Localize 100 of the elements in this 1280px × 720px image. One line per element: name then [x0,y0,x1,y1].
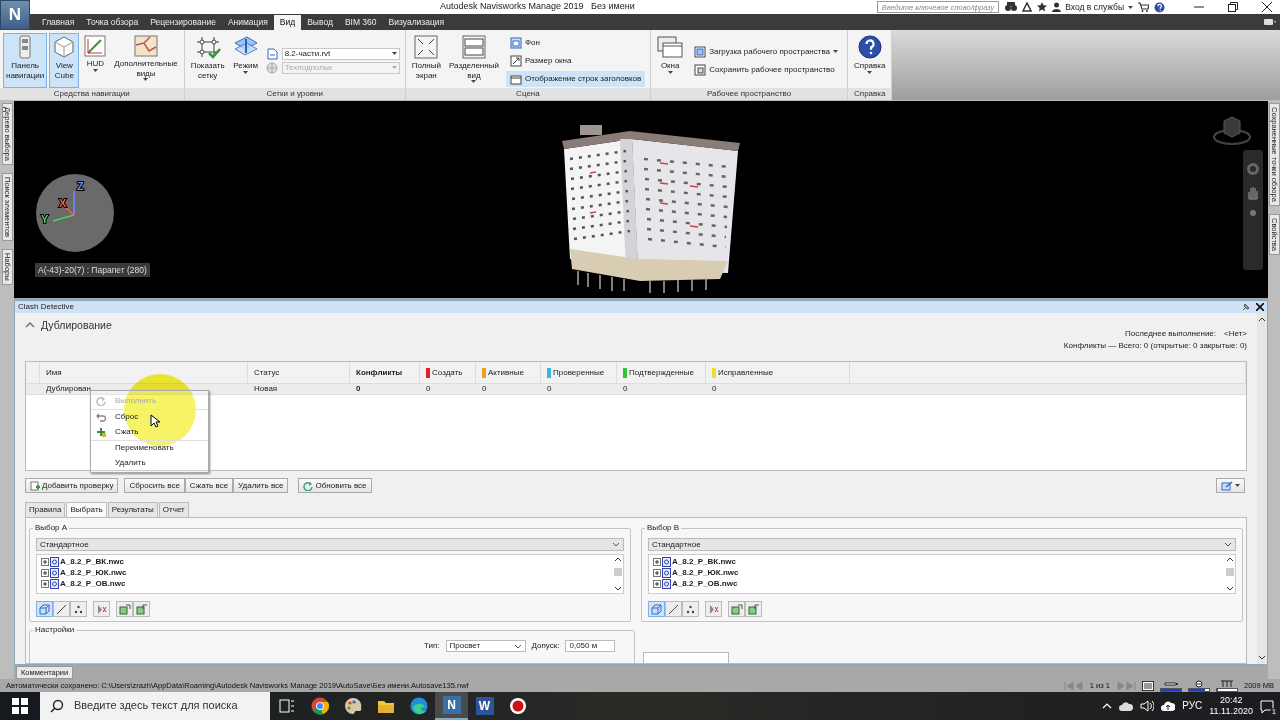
tree-item[interactable]: А_8.2_Р_ВК.nwc [672,557,737,567]
export-button[interactable] [1216,478,1245,493]
ribbon-tab[interactable]: Точка обзора [80,14,145,30]
action-button[interactable]: Удалить все [233,478,289,493]
tool-button[interactable] [36,601,53,617]
action-button[interactable]: Сжать все [184,478,234,493]
scrollbar[interactable] [1257,313,1267,664]
dot-icon[interactable] [1250,210,1256,216]
expand-icon[interactable] [41,558,49,566]
ribbon-button[interactable]: Панель навигации [3,33,48,88]
ribbon-button[interactable]: Сохранить рабочее пространство [690,61,842,78]
ribbon-button[interactable]: Окна [654,33,687,88]
table-row[interactable]: Дублирован Новая 0 0 0 0 0 0 [26,384,1246,395]
ribbon-tab[interactable]: Вид [273,14,302,30]
tool-button[interactable] [53,601,70,617]
binoculars-icon[interactable] [1005,2,1018,12]
column-header[interactable]: Проверенные [553,367,605,378]
dropdown-field[interactable]: Стандартное [36,538,624,551]
column-header[interactable]: Подтвержденные [629,367,694,378]
expand-icon[interactable] [41,580,49,588]
tool-button[interactable] [133,601,150,617]
help-icon[interactable] [1154,1,1165,13]
ribbon-button[interactable]: Дополнительные виды [111,33,181,88]
tab[interactable]: Результаты [107,502,158,517]
chevron-up-icon[interactable] [1102,703,1113,709]
tab[interactable]: Выбрать [66,502,107,517]
tool-button[interactable] [745,601,762,617]
ribbon-button[interactable]: Режим [229,33,262,88]
window-title: Autodesk Navisworks Manage 2019 [440,1,584,11]
tree-item[interactable]: А_8.2_Р_ЮК.nwc [60,568,127,578]
tool-button[interactable] [682,601,699,617]
action-button[interactable]: Сбросить все [124,478,185,493]
tool-button[interactable] [70,601,87,617]
app-menu-button[interactable]: N [0,0,30,30]
ribbon-button[interactable]: Разделенный вид [445,33,502,88]
panel-toggle-icon[interactable] [1264,19,1276,25]
dropdown-field[interactable]: 8.2-части.rvt [281,47,400,60]
cloud-icon[interactable] [1119,701,1134,711]
column-header[interactable]: Статус [254,367,280,378]
ribbon-button[interactable]: HUD [81,33,110,88]
tree-item[interactable]: А_8.2_Р_ОВ.nwc [672,579,738,589]
cart-icon[interactable] [1138,2,1149,12]
ribbon-button[interactable]: Фон [505,34,646,51]
ribbon-button[interactable]: Показать сетку [187,33,228,88]
scrollbar[interactable] [613,555,623,593]
scrollbar[interactable] [1225,555,1235,593]
tab[interactable]: Правила [25,502,66,517]
expand-icon[interactable] [653,558,661,566]
pin-icon[interactable] [1241,302,1250,312]
column-header[interactable]: Исправленные [718,367,774,378]
tab[interactable]: Отчет [158,502,189,517]
ribbon-tab[interactable]: Анимация [221,14,274,30]
ribbon-button[interactable]: Полный экран [408,33,444,88]
menu-item[interactable]: Удалить [91,455,208,470]
close-icon[interactable] [1256,303,1264,311]
taskbar-app[interactable]: W [468,692,501,720]
ribbon-tab[interactable]: Главная [36,14,81,30]
column-header[interactable]: Конфликты [356,367,403,378]
expand-icon[interactable] [653,580,661,588]
tool-button[interactable] [648,601,665,617]
ribbon-button[interactable]: Отображение строк заголовков [505,70,646,87]
clock-date[interactable]: 11.11.2020 [1209,706,1253,718]
steering-wheel-icon[interactable] [1246,162,1260,176]
tree-item[interactable]: А_8.2_Р_ЮК.nwc [672,568,739,578]
input-field[interactable]: 0,050 м [565,640,616,652]
collapse-icon[interactable] [25,322,35,328]
clock-time[interactable]: 20:42 [1219,694,1243,706]
tree-item[interactable]: А_8.2_Р_ВК.nwc [60,557,125,567]
ribbon-button[interactable]: View Cube [49,33,80,88]
ribbon-tab[interactable]: Вывод [301,14,339,30]
expand-icon[interactable] [41,569,49,577]
column-header[interactable]: Имя [46,367,62,378]
start-icon[interactable] [12,698,28,714]
star-icon[interactable] [1037,2,1048,12]
close-icon[interactable] [1262,2,1272,12]
ribbon-button[interactable]: Размер окна [505,52,646,69]
ribbon-tab[interactable]: Рецензирование [144,14,222,30]
ribbon-tab[interactable]: BIM 360 [338,14,383,30]
list-icon[interactable] [1141,680,1154,691]
column-header[interactable]: Создать [432,367,463,378]
tree-item[interactable]: А_8.2_Р_ОВ.nwc [60,579,126,589]
ribbon-button[interactable]: Справка [851,33,889,88]
column-header[interactable]: Активные [488,367,524,378]
ribbon-tab[interactable]: Визуализация [382,14,451,30]
upload-cloud-icon[interactable] [1161,701,1176,711]
language-indicator[interactable]: РУС [1182,700,1203,712]
dropdown-field[interactable]: Просвет [445,640,526,652]
hand-icon[interactable] [1246,186,1260,200]
dropdown-field[interactable]: Стандартное [648,538,1236,551]
taskbar-app[interactable]: N [435,692,468,720]
expand-icon[interactable] [653,569,661,577]
speaker-icon[interactable] [1140,700,1155,712]
ribbon-button[interactable]: Загрузка рабочего пространства [690,43,842,60]
action-button[interactable]: Обновить все [298,478,372,493]
restore-icon[interactable] [1228,2,1238,12]
action-button[interactable]: Добавить проверку [25,478,119,493]
taskbar-search-field[interactable]: Введите здесь текст для поиска [40,692,270,720]
tool-button[interactable] [665,601,682,617]
input-field[interactable] [643,652,729,663]
sign-in-button[interactable]: Вход в службы [1052,1,1133,13]
